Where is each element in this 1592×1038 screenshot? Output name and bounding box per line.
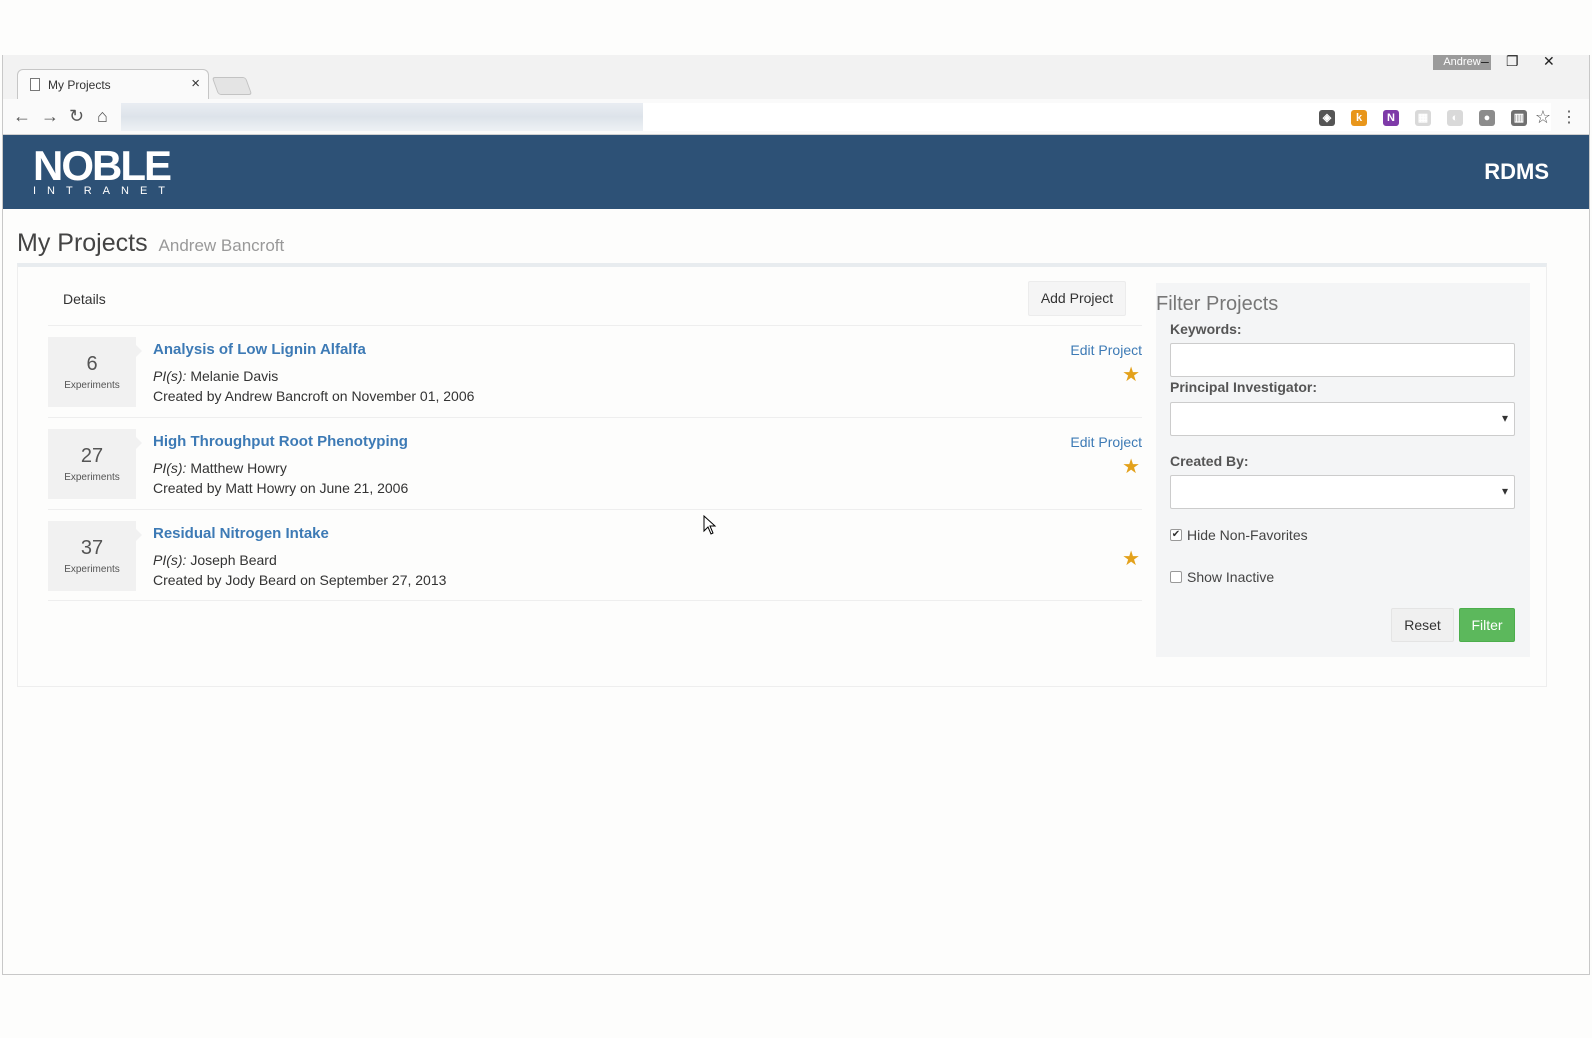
edit-project-link[interactable]: Edit Project [1070, 342, 1142, 358]
details-label: Details [63, 291, 106, 307]
page-subtitle: Andrew Bancroft [158, 236, 285, 255]
filter-panel: Filter Projects Keywords: Principal Inve… [1156, 283, 1530, 657]
project-created: Created by Matt Howry on June 21, 2006 [153, 480, 409, 496]
pi-label: PI(s): [153, 368, 187, 384]
hide-non-favorites-checkbox[interactable]: ✔ [1170, 529, 1182, 541]
add-project-button[interactable]: Add Project [1028, 281, 1126, 316]
minimize-icon[interactable]: – [1481, 53, 1489, 69]
close-window-icon[interactable]: ✕ [1543, 53, 1555, 70]
created-by-select[interactable] [1170, 475, 1515, 509]
experiment-count-badge[interactable]: 6 Experiments [48, 337, 142, 407]
project-title-link[interactable]: Residual Nitrogen Intake [153, 525, 329, 542]
browser-tab[interactable]: My Projects × [17, 69, 209, 99]
circle-extension-icon[interactable]: ● [1479, 110, 1495, 126]
show-inactive-checkbox[interactable] [1170, 571, 1182, 583]
page-title: My Projects Andrew Bancroft [17, 229, 284, 258]
grid-extension-icon[interactable]: ▦ [1415, 110, 1431, 126]
bookmark-star-icon[interactable]: ☆ [1535, 107, 1551, 128]
trello-extension-icon[interactable]: ▥ [1511, 110, 1527, 126]
hide-non-favorites-label[interactable]: Hide Non-Favorites [1187, 527, 1308, 543]
page-icon [30, 78, 40, 91]
pi-label: PI(s): [153, 460, 187, 476]
back-icon[interactable]: ← [13, 107, 31, 125]
tab-close-icon[interactable]: × [191, 75, 200, 92]
keywords-input[interactable] [1170, 343, 1515, 377]
favorite-star-icon[interactable]: ★ [1122, 362, 1140, 387]
keywords-label: Keywords: [1170, 321, 1242, 337]
project-row: 6 Experiments Analysis of Low Lignin Alf… [48, 325, 1142, 417]
pi-label: PI(s): [153, 552, 187, 568]
experiment-count: 6 [86, 353, 98, 375]
maximize-icon[interactable]: ❐ [1506, 53, 1519, 70]
filter-button[interactable]: Filter [1459, 608, 1515, 642]
shield-extension-icon[interactable]: ◈ [1319, 110, 1335, 126]
experiment-count: 37 [80, 537, 104, 559]
experiment-count-label: Experiments [64, 472, 120, 483]
browser-window: My Projects × Andrew – ❐ ✕ ← → ↻ ⌂ ☆ ◈ k N… [2, 53, 1590, 975]
favorite-star-icon[interactable]: ★ [1122, 546, 1140, 571]
blurred-url [121, 103, 643, 131]
project-pi: PI(s): Matthew Howry [153, 460, 287, 476]
pi-label: Principal Investigator: [1170, 379, 1318, 395]
favorite-star-icon[interactable]: ★ [1122, 454, 1140, 479]
reset-button[interactable]: Reset [1391, 608, 1454, 642]
logo-sub-text: INTRANET [33, 185, 176, 197]
tab-title: My Projects [48, 78, 111, 92]
page-title-text: My Projects [17, 229, 148, 257]
project-title-link[interactable]: Analysis of Low Lignin Alfalfa [153, 341, 366, 358]
edit-project-link[interactable]: Edit Project [1070, 434, 1142, 450]
project-row: 37 Experiments Residual Nitrogen Intake … [48, 509, 1142, 601]
pi-select[interactable] [1170, 402, 1515, 436]
project-row: 27 Experiments High Throughput Root Phen… [48, 417, 1142, 509]
experiment-count: 27 [80, 445, 104, 467]
experiment-count-label: Experiments [64, 564, 120, 575]
app-name[interactable]: RDMS [1484, 159, 1549, 185]
onenote-extension-icon[interactable]: N [1383, 110, 1399, 126]
browser-menu-icon[interactable]: ⋮ [1561, 107, 1577, 127]
experiment-count-badge[interactable]: 27 Experiments [48, 429, 142, 499]
show-inactive-label[interactable]: Show Inactive [1187, 569, 1274, 585]
address-bar[interactable]: ☆ [121, 103, 1551, 131]
browser-toolbar: ← → ↻ ⌂ ☆ ◈ k N ▦ ◐ ● ▥ ⋮ [3, 99, 1589, 135]
app-header: NOBLE INTRANET RDMS [3, 135, 1589, 209]
project-title-link[interactable]: High Throughput Root Phenotyping [153, 433, 408, 450]
project-pi: PI(s): Melanie Davis [153, 368, 278, 384]
project-pi: PI(s): Joseph Beard [153, 552, 277, 568]
experiment-count-label: Experiments [64, 380, 120, 391]
forward-icon[interactable]: → [41, 107, 59, 125]
pi-name: Joseph Beard [190, 552, 277, 568]
experiment-count-badge[interactable]: 37 Experiments [48, 521, 142, 591]
home-icon[interactable]: ⌂ [97, 107, 108, 125]
new-tab-button[interactable] [211, 77, 253, 95]
k-extension-icon[interactable]: k [1351, 110, 1367, 126]
created-by-label: Created By: [1170, 453, 1249, 469]
project-created: Created by Jody Beard on September 27, 2… [153, 572, 447, 588]
project-created: Created by Andrew Bancroft on November 0… [153, 388, 475, 404]
pi-name: Matthew Howry [190, 460, 287, 476]
mouse-cursor-icon [703, 515, 717, 535]
pi-name: Melanie Davis [190, 368, 279, 384]
noble-logo[interactable]: NOBLE INTRANET [33, 142, 176, 198]
projects-panel: Details Add Project 6 Experiments Analys… [17, 263, 1547, 687]
filter-title: Filter Projects [1156, 293, 1279, 315]
logo-main-text: NOBLE [33, 142, 172, 189]
browser-titlebar: My Projects × Andrew – ❐ ✕ [3, 53, 1589, 99]
project-list: 6 Experiments Analysis of Low Lignin Alf… [48, 325, 1142, 601]
leaf-extension-icon[interactable]: ◐ [1447, 110, 1463, 126]
reload-icon[interactable]: ↻ [69, 107, 84, 125]
